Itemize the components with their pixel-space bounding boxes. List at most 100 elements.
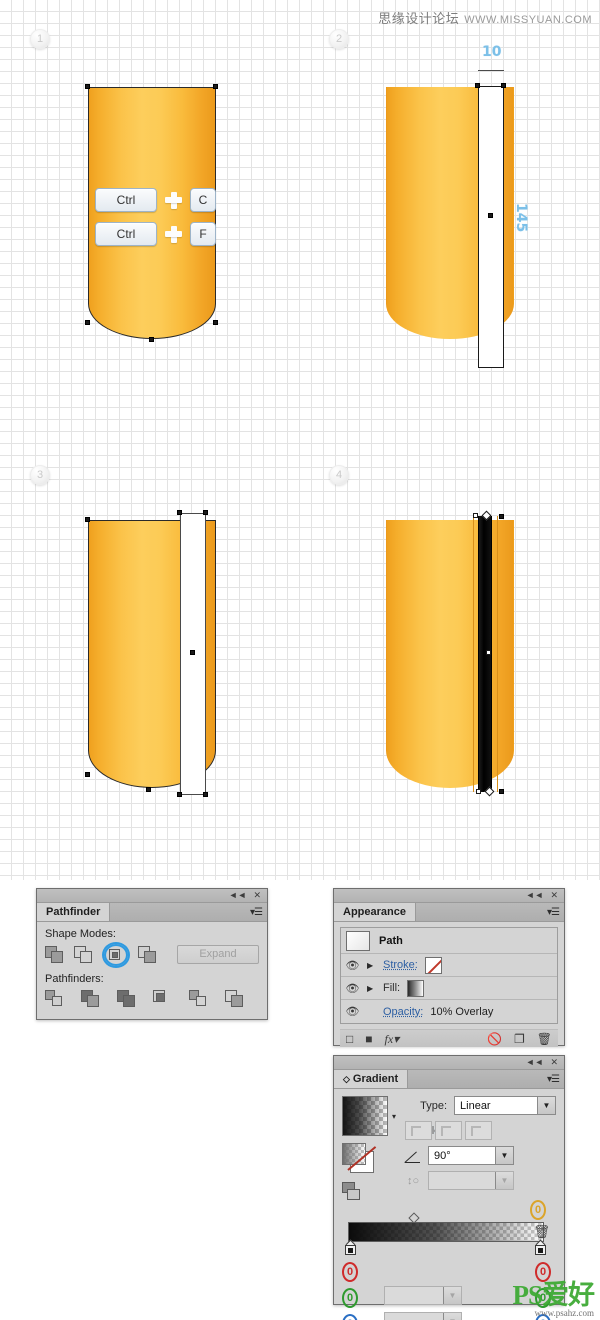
shape-modes-row: Expand	[45, 943, 259, 966]
chevron-down-icon[interactable]: ▼	[495, 1147, 514, 1164]
step-badge-2: 2	[329, 29, 349, 49]
stop-color	[348, 1248, 353, 1253]
gradient-stop-start[interactable]	[345, 1239, 356, 1255]
collapse-icon[interactable]: ◄◄	[526, 1058, 544, 1067]
stroke-swatch-none-icon[interactable]	[424, 956, 442, 974]
visibility-eye-icon[interactable]: 👁	[345, 1005, 360, 1018]
close-icon[interactable]: ✕	[550, 1058, 558, 1067]
type-select[interactable]: Linear ▼	[454, 1096, 556, 1115]
anchor-point	[213, 84, 218, 89]
delete-item-icon[interactable]: 🗑	[537, 1033, 552, 1045]
panel-menu-icon[interactable]: ▾☰	[547, 1070, 564, 1088]
unite-icon[interactable]	[45, 945, 65, 964]
chevron-down-icon[interactable]: ▾	[392, 1112, 396, 1121]
shape-b	[123, 995, 135, 1007]
shape-b	[51, 950, 63, 963]
appearance-row-fill[interactable]: 👁 ▶ Fill:	[341, 977, 557, 1000]
midpoint-opacity-value: 0	[530, 1200, 546, 1220]
minus-front-icon[interactable]	[74, 945, 94, 964]
step-badge-3: 3	[30, 465, 50, 485]
divide-icon[interactable]	[45, 990, 65, 1008]
object-title: Path	[379, 934, 403, 947]
chevron-down-icon[interactable]: ▼	[443, 1313, 461, 1320]
anchor-point	[501, 83, 506, 88]
tab-gradient[interactable]: ◇ Gradient	[334, 1070, 409, 1088]
close-icon[interactable]: ✕	[253, 891, 261, 900]
new-stroke-icon[interactable]: □	[346, 1033, 353, 1045]
key-ctrl: Ctrl	[95, 222, 157, 246]
gradient-start-handle[interactable]	[473, 513, 478, 518]
gradient-preview-swatch[interactable]	[342, 1096, 388, 1136]
add-effect-icon[interactable]: fx▾	[385, 1033, 400, 1045]
duplicate-item-icon[interactable]: ❐	[514, 1033, 525, 1045]
cylinder-shape-4	[386, 520, 514, 788]
visibility-eye-icon[interactable]: 👁	[345, 982, 360, 995]
collapse-icon[interactable]: ◄◄	[526, 891, 544, 900]
exclude-icon[interactable]	[138, 945, 158, 964]
expand-button[interactable]: Expand	[177, 945, 259, 964]
panel-menu-icon[interactable]: ▾☰	[547, 903, 564, 921]
fill-box[interactable]	[342, 1143, 366, 1165]
opacity-label[interactable]: Opacity:	[383, 1006, 423, 1018]
visibility-eye-icon[interactable]: 👁	[345, 959, 360, 972]
outline-icon[interactable]	[189, 990, 209, 1008]
fill-swatch-gradient-icon[interactable]	[407, 979, 425, 997]
tab-pathfinder[interactable]: Pathfinder	[37, 903, 111, 921]
stroke-within-icon[interactable]	[405, 1121, 433, 1140]
gradient-aspect-row: ↕○ ▼	[405, 1171, 556, 1190]
anchor-point	[85, 84, 90, 89]
anchor-point-center	[190, 650, 195, 655]
angle-select[interactable]: 90° ▼	[428, 1146, 515, 1165]
stroke-across-icon[interactable]	[465, 1121, 493, 1140]
gradient-opacity-row: Opacity: ▼	[384, 1286, 462, 1305]
chevron-down-icon[interactable]: ▼	[443, 1287, 461, 1304]
gradient-angle-row: 90° ▼	[405, 1146, 556, 1165]
chevron-down-icon[interactable]: ▼	[495, 1172, 514, 1189]
anchor-point	[85, 517, 90, 522]
tab-appearance[interactable]: Appearance	[334, 903, 416, 921]
shape-modes-label: Shape Modes:	[45, 928, 116, 940]
gradient-slider-track[interactable]	[348, 1222, 544, 1242]
anchor-point	[149, 337, 154, 342]
save-gradient-icon[interactable]	[342, 1182, 364, 1200]
gradient-end-midpoint[interactable]	[484, 786, 495, 797]
clear-appearance-icon[interactable]: 🚫	[487, 1033, 502, 1045]
collapse-icon[interactable]: ◄◄	[229, 891, 247, 900]
intersect-icon[interactable]	[104, 943, 128, 966]
gradient-top-area: ▾ Type: Linear ▼ 90° ▼ ↕○ ▼	[342, 1096, 556, 1200]
anchor-point	[203, 792, 208, 797]
anchor-point	[499, 514, 504, 519]
stroke-along-icon[interactable]	[435, 1121, 463, 1140]
appearance-row-stroke[interactable]: 👁 ▶ Stroke:	[341, 954, 557, 977]
close-icon[interactable]: ✕	[550, 891, 558, 900]
expand-triangle-icon[interactable]: ▶	[367, 984, 376, 993]
fill-label[interactable]: Fill:	[383, 982, 400, 994]
chevron-down-icon[interactable]: ▼	[537, 1097, 555, 1114]
gradient-stop-end[interactable]	[535, 1239, 546, 1255]
appearance-titlebar: ◄◄ ✕	[334, 889, 564, 903]
expand-triangle-icon[interactable]: ▶	[367, 961, 376, 970]
panel-menu-icon[interactable]: ▾☰	[250, 903, 267, 921]
location-select[interactable]: ▼	[384, 1312, 462, 1320]
appearance-row-opacity[interactable]: 👁 Opacity: 10% Overlay	[341, 1000, 557, 1023]
gradient-guide-line	[497, 516, 498, 792]
stroke-type-buttons	[405, 1121, 493, 1140]
appearance-list: Path 👁 ▶ Stroke: 👁 ▶ Fill: 👁 Opacity: 10…	[340, 927, 558, 1024]
minus-back-icon[interactable]	[225, 990, 245, 1008]
gradient-preset-row: ▾	[342, 1096, 396, 1136]
crop-icon[interactable]	[153, 990, 173, 1008]
gradient-end-handle[interactable]	[476, 789, 481, 794]
shortcut-hints: Ctrl C Ctrl F	[95, 188, 216, 246]
trim-icon[interactable]	[81, 990, 101, 1008]
new-fill-icon[interactable]: ■	[365, 1033, 372, 1045]
anchor-point	[177, 510, 182, 515]
fill-stroke-indicator[interactable]	[342, 1143, 378, 1175]
aspect-select[interactable]: ▼	[428, 1171, 515, 1190]
stroke-label[interactable]: Stroke:	[383, 959, 418, 971]
appearance-object-header: Path	[341, 928, 557, 954]
tabrow-filler	[408, 1070, 547, 1088]
delete-stop-icon[interactable]: 🗑	[533, 1224, 550, 1240]
opacity-select[interactable]: ▼	[384, 1286, 462, 1305]
pathfinder-titlebar: ◄◄ ✕	[37, 889, 267, 903]
merge-icon[interactable]	[117, 990, 137, 1008]
